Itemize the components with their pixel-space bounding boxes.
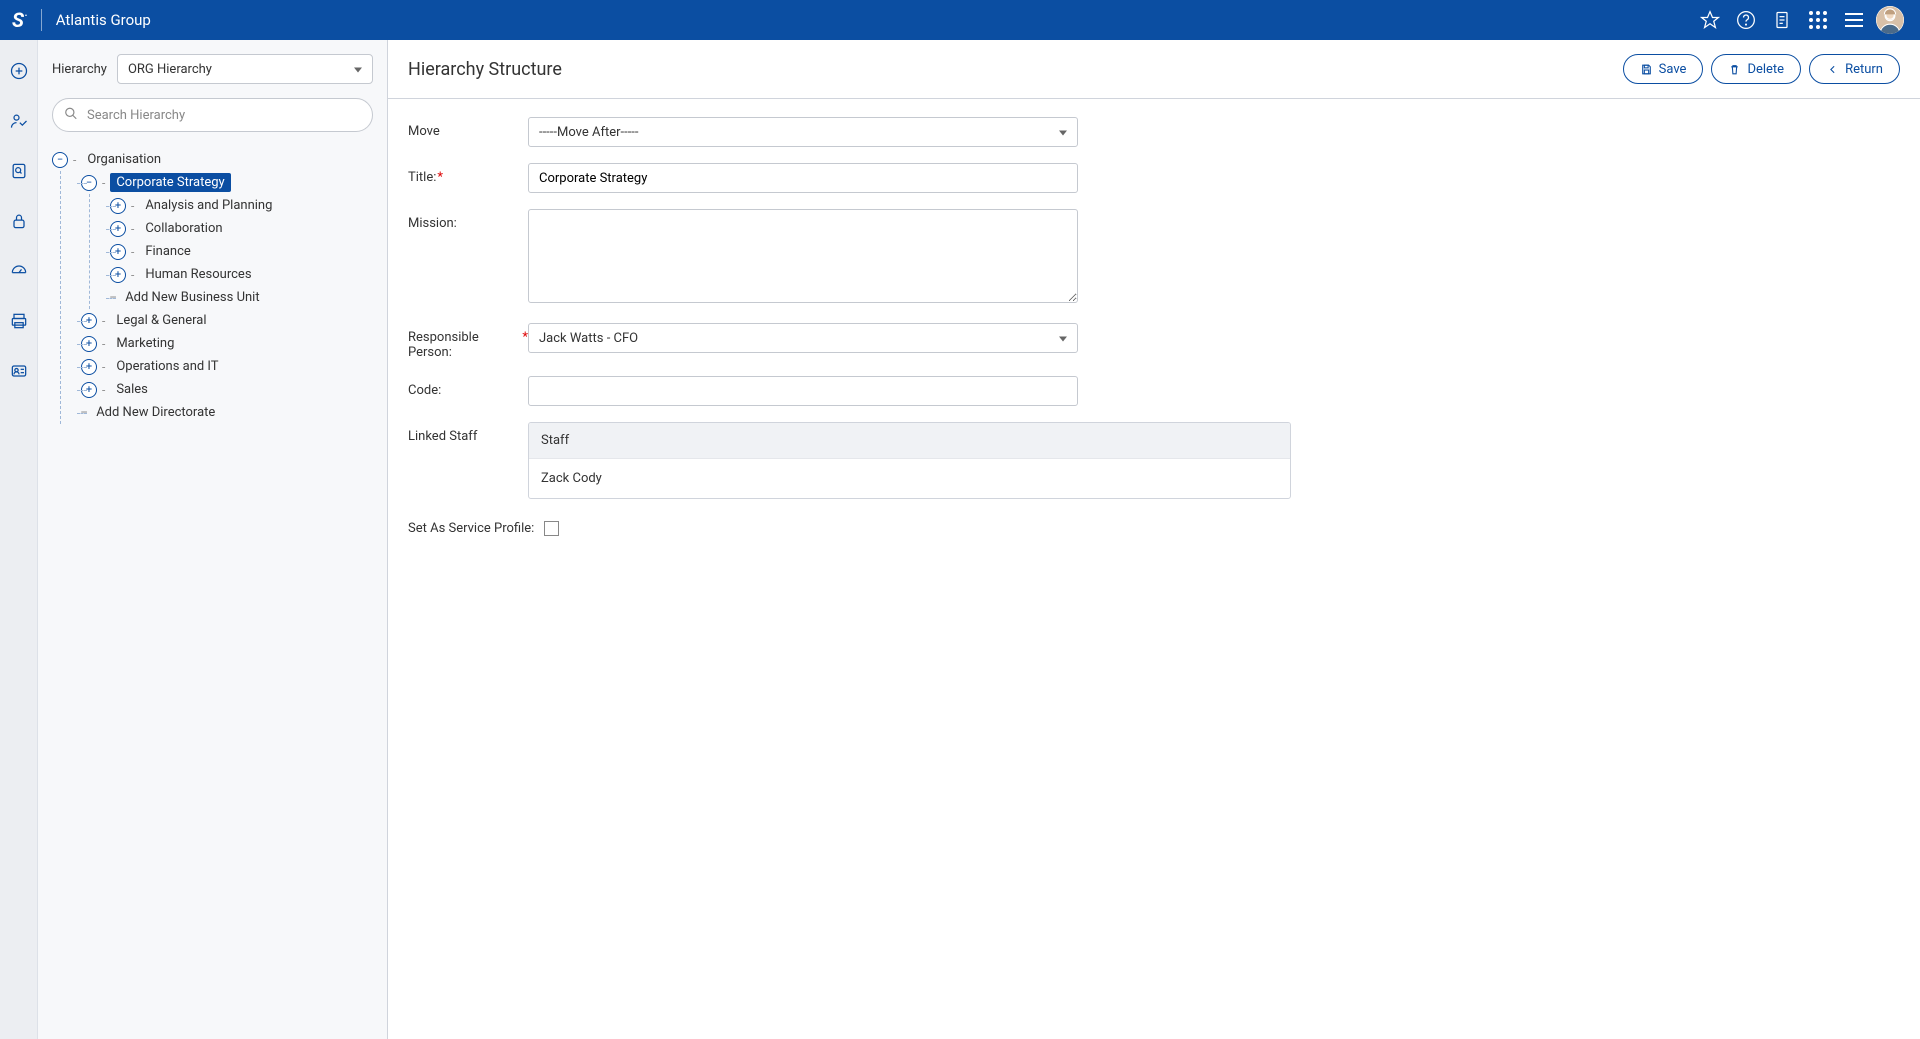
app-header: S. Atlantis Group [0, 0, 1920, 40]
tree-node-analysis[interactable]: +-Analysis and Planning [110, 194, 373, 217]
favorite-icon[interactable] [1692, 2, 1728, 38]
help-icon[interactable] [1728, 2, 1764, 38]
move-label: Move [408, 117, 528, 139]
responsible-label: Responsible Person:* [408, 323, 528, 360]
tree-node-ops-it[interactable]: +-Operations and IT [81, 355, 373, 378]
mission-textarea[interactable] [528, 209, 1078, 303]
expand-icon[interactable]: + [81, 336, 97, 352]
brand-title: Atlantis Group [56, 11, 151, 29]
service-profile-checkbox[interactable] [544, 521, 559, 536]
collapse-icon[interactable]: − [81, 175, 97, 191]
tree-node-organisation[interactable]: − - Organisation [52, 148, 373, 171]
chevron-down-icon [1059, 337, 1067, 342]
hierarchy-label: Hierarchy [52, 62, 107, 77]
add-icon[interactable] [8, 60, 30, 82]
search-input[interactable] [52, 98, 373, 132]
apps-icon[interactable] [1800, 2, 1836, 38]
print-icon[interactable] [8, 310, 30, 332]
hierarchy-select[interactable]: ORG Hierarchy [117, 54, 373, 84]
title-label: Title:* [408, 163, 528, 185]
leaf-icon: -- [110, 290, 115, 305]
lock-icon[interactable] [8, 210, 30, 232]
mission-label: Mission: [408, 209, 528, 231]
brand-logo: S. [12, 8, 27, 32]
document-icon[interactable] [1764, 2, 1800, 38]
expand-icon[interactable]: + [110, 244, 126, 260]
chevron-down-icon [1059, 131, 1067, 136]
move-select[interactable]: -----Move After----- [528, 117, 1078, 147]
save-button[interactable]: Save [1623, 54, 1704, 84]
tree-node-add-bu[interactable]: --Add New Business Unit [110, 286, 373, 309]
chevron-down-icon [354, 68, 362, 73]
tree-node-legal[interactable]: +-Legal & General [81, 309, 373, 332]
staff-row[interactable]: Zack Cody [529, 458, 1290, 498]
code-input[interactable] [528, 376, 1078, 406]
search-doc-icon[interactable] [8, 160, 30, 182]
expand-icon[interactable]: + [81, 313, 97, 329]
service-profile-label: Set As Service Profile: [408, 521, 534, 536]
return-button[interactable]: Return [1809, 54, 1900, 84]
delete-button[interactable]: Delete [1711, 54, 1801, 84]
title-input[interactable] [528, 163, 1078, 193]
tree-node-finance[interactable]: +-Finance [110, 240, 373, 263]
expand-icon[interactable]: + [81, 382, 97, 398]
avatar[interactable] [1872, 2, 1908, 38]
tree-node-add-directorate[interactable]: --Add New Directorate [81, 401, 373, 424]
code-label: Code: [408, 376, 528, 398]
people-icon[interactable] [8, 110, 30, 132]
tree-node-marketing[interactable]: +-Marketing [81, 332, 373, 355]
search-icon [64, 106, 78, 125]
tree-node-sales[interactable]: +-Sales [81, 378, 373, 401]
expand-icon[interactable]: + [110, 221, 126, 237]
hierarchy-select-value: ORG Hierarchy [128, 62, 212, 77]
linked-staff-label: Linked Staff [408, 422, 528, 444]
staff-header: Staff [529, 423, 1290, 458]
collapse-icon[interactable]: − [52, 152, 68, 168]
tree-node-corporate-strategy[interactable]: − - Corporate Strategy [81, 171, 373, 194]
hierarchy-tree: − - Organisation − - Corporate Strategy [52, 148, 373, 424]
leaf-icon: -- [81, 405, 86, 420]
main-header: Hierarchy Structure Save Delete Return [388, 40, 1920, 99]
linked-staff-table: Staff Zack Cody [528, 422, 1291, 499]
expand-icon[interactable]: + [110, 198, 126, 214]
id-card-icon[interactable] [8, 360, 30, 382]
brand-separator [41, 9, 42, 31]
expand-icon[interactable]: + [81, 359, 97, 375]
menu-icon[interactable] [1836, 2, 1872, 38]
expand-icon[interactable]: + [110, 267, 126, 283]
main-content: Hierarchy Structure Save Delete Return M… [388, 40, 1920, 1039]
tree-node-collaboration[interactable]: +-Collaboration [110, 217, 373, 240]
tree-node-hr[interactable]: +-Human Resources [110, 263, 373, 286]
nav-rail [0, 40, 38, 1039]
hierarchy-form: Move -----Move After----- Title:* Missio… [388, 99, 1920, 554]
hierarchy-panel: Hierarchy ORG Hierarchy − - Organisation [38, 40, 388, 1039]
dashboard-icon[interactable] [8, 260, 30, 282]
responsible-select[interactable]: Jack Watts - CFO [528, 323, 1078, 353]
page-title: Hierarchy Structure [408, 59, 562, 80]
